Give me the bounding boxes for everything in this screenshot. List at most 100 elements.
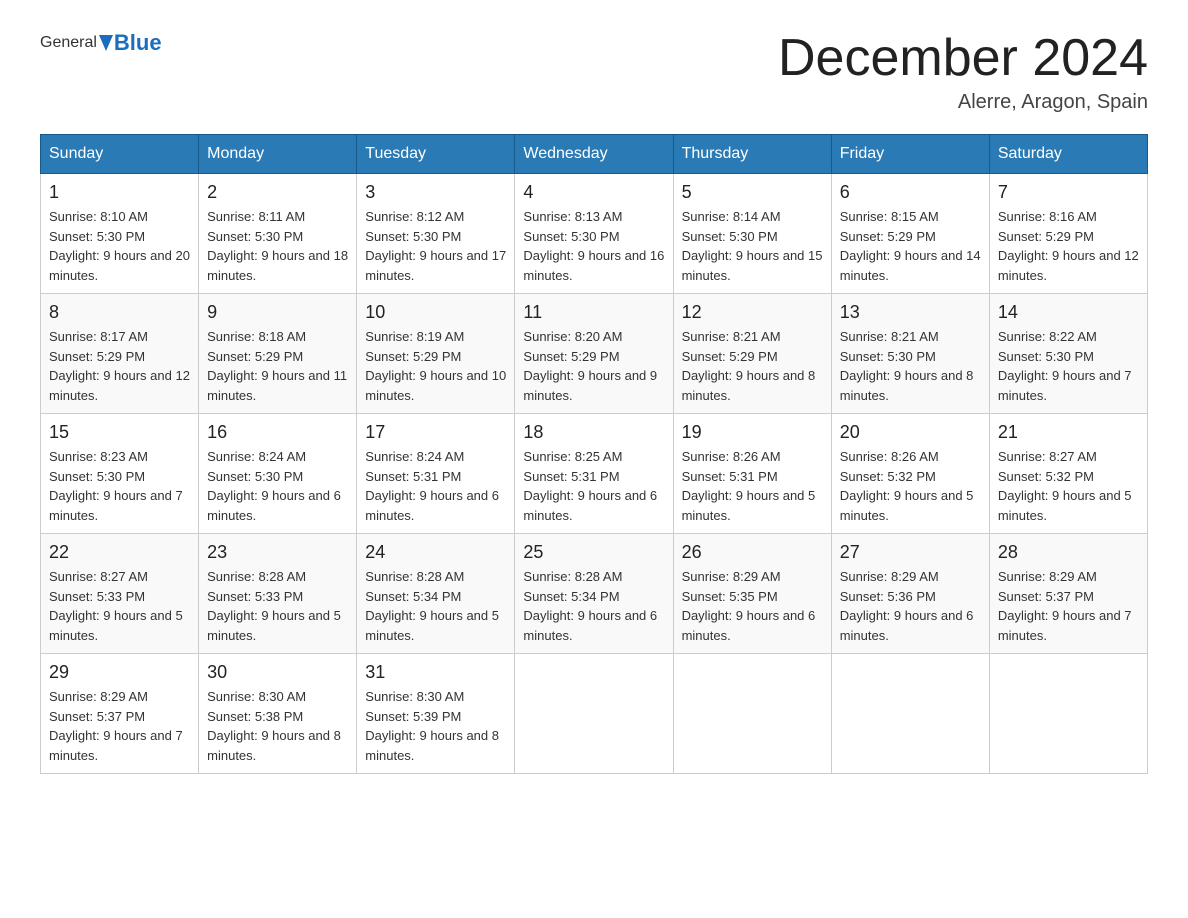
day-sun-info: Sunrise: 8:13 AMSunset: 5:30 PMDaylight:…: [523, 207, 664, 285]
day-sun-info: Sunrise: 8:24 AMSunset: 5:31 PMDaylight:…: [365, 447, 506, 525]
calendar-day-cell: 20 Sunrise: 8:26 AMSunset: 5:32 PMDayligh…: [831, 414, 989, 534]
day-number: 28: [998, 542, 1139, 563]
day-of-week-header: Tuesday: [357, 135, 515, 174]
calendar-day-cell: 14 Sunrise: 8:22 AMSunset: 5:30 PMDayligh…: [989, 294, 1147, 414]
day-of-week-header: Sunday: [41, 135, 199, 174]
logo-general-text: General: [40, 34, 97, 52]
day-number: 31: [365, 662, 506, 683]
day-number: 24: [365, 542, 506, 563]
calendar-header-row: SundayMondayTuesdayWednesdayThursdayFrid…: [41, 135, 1148, 174]
day-number: 2: [207, 182, 348, 203]
day-number: 29: [49, 662, 190, 683]
day-sun-info: Sunrise: 8:27 AMSunset: 5:33 PMDaylight:…: [49, 567, 190, 645]
calendar-day-cell: 9 Sunrise: 8:18 AMSunset: 5:29 PMDaylight…: [199, 294, 357, 414]
day-number: 15: [49, 422, 190, 443]
day-sun-info: Sunrise: 8:24 AMSunset: 5:30 PMDaylight:…: [207, 447, 348, 525]
day-number: 26: [682, 542, 823, 563]
day-sun-info: Sunrise: 8:20 AMSunset: 5:29 PMDaylight:…: [523, 327, 664, 405]
calendar-day-cell: 10 Sunrise: 8:19 AMSunset: 5:29 PMDayligh…: [357, 294, 515, 414]
day-number: 9: [207, 302, 348, 323]
calendar-day-cell: 17 Sunrise: 8:24 AMSunset: 5:31 PMDayligh…: [357, 414, 515, 534]
calendar-day-cell: 28Sunrise: 8:29 AMSunset: 5:37 PMDayligh…: [989, 534, 1147, 654]
logo: General Blue: [40, 30, 162, 56]
day-sun-info: Sunrise: 8:23 AMSunset: 5:30 PMDaylight:…: [49, 447, 190, 525]
calendar-day-cell: 23 Sunrise: 8:28 AMSunset: 5:33 PMDayligh…: [199, 534, 357, 654]
location-subtitle: Alerre, Aragon, Spain: [778, 91, 1148, 114]
calendar-day-cell: 15 Sunrise: 8:23 AMSunset: 5:30 PMDayligh…: [41, 414, 199, 534]
calendar-day-cell: 18 Sunrise: 8:25 AMSunset: 5:31 PMDayligh…: [515, 414, 673, 534]
calendar-day-cell: 31Sunrise: 8:30 AMSunset: 5:39 PMDayligh…: [357, 654, 515, 774]
calendar-week-row: 8 Sunrise: 8:17 AMSunset: 5:29 PMDaylight…: [41, 294, 1148, 414]
day-number: 3: [365, 182, 506, 203]
calendar-day-cell: 21Sunrise: 8:27 AMSunset: 5:32 PMDayligh…: [989, 414, 1147, 534]
day-number: 23: [207, 542, 348, 563]
day-number: 11: [523, 302, 664, 323]
calendar-day-cell: [673, 654, 831, 774]
page-header: General Blue December 2024 Alerre, Arago…: [40, 30, 1148, 114]
calendar-day-cell: 27 Sunrise: 8:29 AMSunset: 5:36 PMDayligh…: [831, 534, 989, 654]
calendar-day-cell: 26 Sunrise: 8:29 AMSunset: 5:35 PMDayligh…: [673, 534, 831, 654]
day-sun-info: Sunrise: 8:22 AMSunset: 5:30 PMDaylight:…: [998, 327, 1139, 405]
day-sun-info: Sunrise: 8:30 AMSunset: 5:38 PMDaylight:…: [207, 687, 348, 765]
calendar-day-cell: 2 Sunrise: 8:11 AMSunset: 5:30 PMDaylight…: [199, 174, 357, 294]
day-number: 14: [998, 302, 1139, 323]
day-sun-info: Sunrise: 8:25 AMSunset: 5:31 PMDaylight:…: [523, 447, 664, 525]
calendar-day-cell: 4 Sunrise: 8:13 AMSunset: 5:30 PMDaylight…: [515, 174, 673, 294]
day-number: 1: [49, 182, 190, 203]
calendar-day-cell: 12Sunrise: 8:21 AMSunset: 5:29 PMDayligh…: [673, 294, 831, 414]
day-sun-info: Sunrise: 8:29 AMSunset: 5:35 PMDaylight:…: [682, 567, 823, 645]
day-number: 6: [840, 182, 981, 203]
day-sun-info: Sunrise: 8:17 AMSunset: 5:29 PMDaylight:…: [49, 327, 190, 405]
day-number: 22: [49, 542, 190, 563]
day-sun-info: Sunrise: 8:26 AMSunset: 5:31 PMDaylight:…: [682, 447, 823, 525]
title-block: December 2024 Alerre, Aragon, Spain: [778, 30, 1148, 114]
calendar-day-cell: 5Sunrise: 8:14 AMSunset: 5:30 PMDaylight…: [673, 174, 831, 294]
day-sun-info: Sunrise: 8:29 AMSunset: 5:36 PMDaylight:…: [840, 567, 981, 645]
day-of-week-header: Friday: [831, 135, 989, 174]
calendar-table: SundayMondayTuesdayWednesdayThursdayFrid…: [40, 134, 1148, 774]
calendar-day-cell: 24Sunrise: 8:28 AMSunset: 5:34 PMDayligh…: [357, 534, 515, 654]
day-number: 18: [523, 422, 664, 443]
day-number: 30: [207, 662, 348, 683]
calendar-day-cell: 11 Sunrise: 8:20 AMSunset: 5:29 PMDayligh…: [515, 294, 673, 414]
day-sun-info: Sunrise: 8:16 AMSunset: 5:29 PMDaylight:…: [998, 207, 1139, 285]
day-of-week-header: Thursday: [673, 135, 831, 174]
calendar-day-cell: 13 Sunrise: 8:21 AMSunset: 5:30 PMDayligh…: [831, 294, 989, 414]
day-number: 13: [840, 302, 981, 323]
calendar-day-cell: [831, 654, 989, 774]
day-number: 27: [840, 542, 981, 563]
day-sun-info: Sunrise: 8:18 AMSunset: 5:29 PMDaylight:…: [207, 327, 348, 405]
day-number: 4: [523, 182, 664, 203]
day-sun-info: Sunrise: 8:21 AMSunset: 5:29 PMDaylight:…: [682, 327, 823, 405]
day-sun-info: Sunrise: 8:29 AMSunset: 5:37 PMDaylight:…: [49, 687, 190, 765]
day-number: 16: [207, 422, 348, 443]
logo-blue-text: Blue: [114, 30, 162, 56]
calendar-week-row: 22 Sunrise: 8:27 AMSunset: 5:33 PMDayligh…: [41, 534, 1148, 654]
day-number: 8: [49, 302, 190, 323]
day-number: 10: [365, 302, 506, 323]
day-of-week-header: Saturday: [989, 135, 1147, 174]
logo-triangle-icon: [99, 35, 113, 51]
day-number: 7: [998, 182, 1139, 203]
day-number: 21: [998, 422, 1139, 443]
day-number: 19: [682, 422, 823, 443]
calendar-day-cell: 7 Sunrise: 8:16 AMSunset: 5:29 PMDaylight…: [989, 174, 1147, 294]
day-sun-info: Sunrise: 8:19 AMSunset: 5:29 PMDaylight:…: [365, 327, 506, 405]
calendar-day-cell: 16 Sunrise: 8:24 AMSunset: 5:30 PMDayligh…: [199, 414, 357, 534]
calendar-day-cell: 30 Sunrise: 8:30 AMSunset: 5:38 PMDayligh…: [199, 654, 357, 774]
day-sun-info: Sunrise: 8:26 AMSunset: 5:32 PMDaylight:…: [840, 447, 981, 525]
day-number: 20: [840, 422, 981, 443]
calendar-day-cell: 19 Sunrise: 8:26 AMSunset: 5:31 PMDayligh…: [673, 414, 831, 534]
day-sun-info: Sunrise: 8:12 AMSunset: 5:30 PMDaylight:…: [365, 207, 506, 285]
day-sun-info: Sunrise: 8:14 AMSunset: 5:30 PMDaylight:…: [682, 207, 823, 285]
day-sun-info: Sunrise: 8:11 AMSunset: 5:30 PMDaylight:…: [207, 207, 348, 285]
calendar-day-cell: 1 Sunrise: 8:10 AMSunset: 5:30 PMDaylight…: [41, 174, 199, 294]
calendar-day-cell: 8 Sunrise: 8:17 AMSunset: 5:29 PMDaylight…: [41, 294, 199, 414]
day-sun-info: Sunrise: 8:28 AMSunset: 5:34 PMDaylight:…: [523, 567, 664, 645]
day-sun-info: Sunrise: 8:21 AMSunset: 5:30 PMDaylight:…: [840, 327, 981, 405]
day-number: 17: [365, 422, 506, 443]
calendar-day-cell: 29 Sunrise: 8:29 AMSunset: 5:37 PMDayligh…: [41, 654, 199, 774]
calendar-week-row: 29 Sunrise: 8:29 AMSunset: 5:37 PMDayligh…: [41, 654, 1148, 774]
day-sun-info: Sunrise: 8:10 AMSunset: 5:30 PMDaylight:…: [49, 207, 190, 285]
day-sun-info: Sunrise: 8:28 AMSunset: 5:33 PMDaylight:…: [207, 567, 348, 645]
